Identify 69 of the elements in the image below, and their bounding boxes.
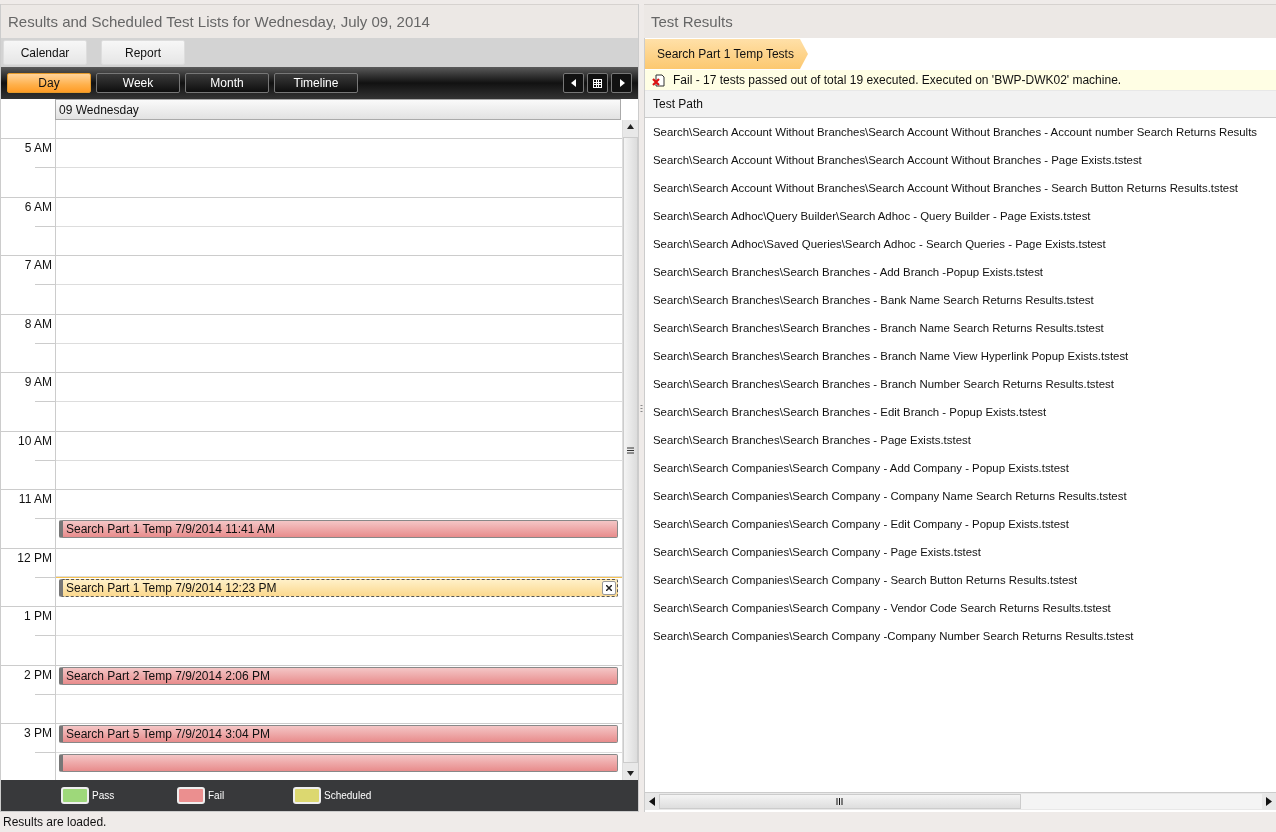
next-button[interactable]	[611, 73, 632, 93]
test-path-cell: Search\Search Branches\Search Branches - Add Branch -Popup Exists.tstest	[653, 266, 1043, 278]
hour-label: 6 AM	[24, 199, 52, 214]
grip-icon	[836, 798, 844, 805]
hour-label: 9 AM	[24, 375, 52, 389]
test-path-cell: Search\Search Account Without Branches\Search Account Without Branches - Search Button Returns Results.tstest	[653, 182, 1238, 194]
breadcrumb-tab[interactable]: Search Part 1 Temp Tests	[645, 39, 808, 69]
hour-label: 11 AM	[18, 492, 52, 506]
test-path-cell: Search\Search Branches\Search Branches - Bank Name Search Returns Results.tstest	[653, 294, 1094, 306]
left-arrow-icon	[570, 79, 577, 87]
hour-label: 8 AM	[24, 316, 52, 331]
hour-label: 12 PM	[17, 550, 52, 565]
test-path-cell: Search\Search Companies\Search Company - Company Name Search Returns Results.tstest	[653, 490, 1127, 502]
scroll-thumb[interactable]	[659, 794, 1021, 809]
hour-label: 2 PM	[24, 667, 52, 682]
test-path-cell: Search\Search Branches\Search Branches - Page Exists.tstest	[653, 434, 971, 446]
column-header[interactable]: Test Path	[653, 97, 704, 111]
calendar-event[interactable]: Search Part 2 Temp 7/9/2014 2:06 PM	[59, 666, 618, 685]
toolbar-button[interactable]: Calendar	[3, 40, 87, 65]
toolbar-button[interactable]: Report	[101, 40, 185, 65]
test-path-cell: Search\Search Account Without Branches\Search Account Without Branches - Account number Search Returns Results	[653, 126, 1257, 138]
down-arrow-icon	[627, 771, 634, 776]
close-icon	[606, 585, 612, 592]
day-header: 09 Wednesday	[55, 99, 621, 120]
view-tab[interactable]: Month	[185, 73, 269, 93]
panel-title: Test Results	[644, 4, 1276, 38]
grid-icon	[593, 78, 602, 88]
test-path-cell: Search\Search Companies\Search Company - Edit Company - Popup Exists.tstest	[653, 518, 1069, 530]
test-path-cell: Search\Search Branches\Search Branches - Branch Name View Hyperlink Popup Exists.tstest	[653, 350, 1129, 362]
splitter-grip-icon[interactable]	[640, 403, 643, 413]
previous-button[interactable]	[563, 73, 584, 93]
legend-label: Scheduled	[324, 790, 372, 801]
calendar-event[interactable]: Search Part 5 Temp 7/9/2014 3:04 PM	[59, 725, 618, 743]
test-path-cell: Search\Search Companies\Search Company - Vendor Code Search Returns Results.tstest	[653, 602, 1111, 614]
calendar-event[interactable]: Search Part 1 Temp 7/9/2014 11:41 AM	[59, 520, 618, 539]
test-path-cell: Search\Search Companies\Search Company -Company Number Search Returns Results.tstest	[653, 630, 1134, 642]
test-path-cell: Search\Search Companies\Search Company - Page Exists.tstest	[653, 546, 981, 558]
right-arrow-icon	[618, 79, 625, 87]
up-arrow-icon	[627, 124, 634, 129]
test-path-cell: Search\Search Account Without Branches\Search Account Without Branches - Page Exists.tstest	[653, 154, 1142, 166]
left-arrow-icon	[649, 797, 655, 806]
hour-label: 1 PM	[24, 609, 52, 623]
panel-title: Results and Scheduled Test Lists for Wednesday, July 09, 2014	[1, 4, 638, 38]
legend-label: Pass	[92, 790, 115, 801]
view-tab[interactable]: Day	[7, 73, 91, 93]
fail-icon	[652, 73, 665, 87]
test-path-cell: Search\Search Branches\Search Branches - Branch Number Search Returns Results.tstest	[653, 378, 1114, 390]
test-path-cell: Search\Search Companies\Search Company - Search Button Returns Results.tstest	[653, 574, 1078, 586]
test-path-cell: Search\Search Companies\Search Company - Add Company - Popup Exists.tstest	[653, 462, 1069, 474]
hour-label: 3 PM	[24, 726, 52, 740]
close-button[interactable]	[602, 581, 616, 596]
hour-label: 10 AM	[17, 433, 52, 448]
test-path-cell: Search\Search Branches\Search Branches - Edit Branch - Popup Exists.tstest	[653, 406, 1047, 418]
result-message: Fail - 17 tests passed out of total 19 executed. Executed on 'BWP-DWK02' machine.	[673, 73, 1122, 87]
calendar-event[interactable]	[59, 754, 618, 773]
test-path-cell: Search\Search Adhoc\Query Builder\Search Adhoc - Query Builder - Page Exists.tstest	[653, 210, 1091, 222]
test-path-cell: Search\Search Adhoc\Saved Queries\Search Adhoc - Search Queries - Page Exists.tstest	[653, 238, 1106, 250]
right-arrow-icon	[1266, 797, 1272, 806]
view-tab[interactable]: Timeline	[274, 73, 358, 93]
hour-label: 7 AM	[24, 258, 52, 272]
status-text: Results are loaded.	[3, 815, 107, 829]
horizontal-scrollbar[interactable]	[645, 792, 1276, 810]
test-path-cell: Search\Search Branches\Search Branches - Branch Name Search Returns Results.tstest	[653, 322, 1104, 334]
grip-icon	[627, 446, 634, 454]
calendar-picker-button[interactable]	[587, 73, 608, 93]
hour-label: 5 AM	[24, 141, 52, 155]
view-tab[interactable]: Week	[96, 73, 180, 93]
legend-label: Fail	[208, 790, 225, 801]
calendar-event[interactable]: Search Part 1 Temp 7/9/2014 12:23 PM	[59, 579, 618, 598]
